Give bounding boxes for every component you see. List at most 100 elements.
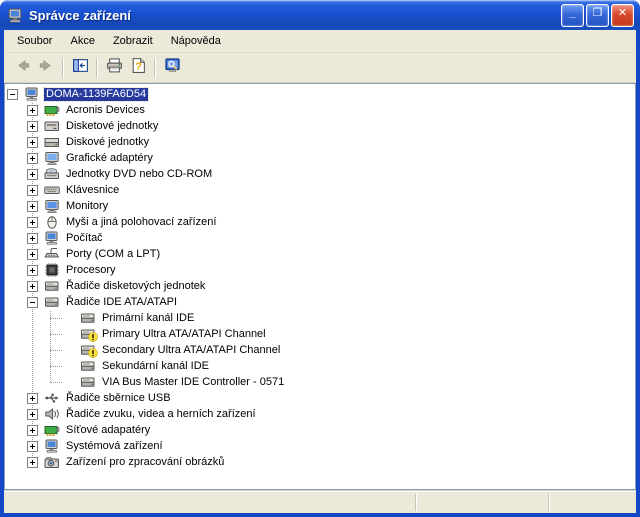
menu-zobrazit[interactable]: Zobrazit	[104, 33, 162, 50]
forward-button[interactable]	[34, 57, 58, 79]
controller-icon	[80, 374, 96, 390]
expand-plus-icon[interactable]	[27, 392, 38, 404]
tree-item[interactable]: Síťové adapatéry	[5, 422, 635, 438]
minimize-icon: _	[569, 6, 576, 19]
tree-item-label[interactable]: VIA Bus Master IDE Controller - 0571	[100, 376, 286, 389]
tree-item-label[interactable]: Síťové adapatéry	[64, 424, 152, 437]
tree-item-label[interactable]: Řadiče disketových jednotek	[64, 280, 207, 293]
expand-plus-icon[interactable]	[27, 120, 38, 132]
sound-icon	[44, 406, 60, 422]
show-hide-console-tree-button[interactable]	[68, 57, 92, 79]
tree-item-label[interactable]: Myši a jiná polohovací zařízení	[64, 216, 218, 229]
tree-item[interactable]: Řadiče disketových jednotek	[5, 278, 635, 294]
tree-item-label[interactable]: Disketové jednotky	[64, 120, 160, 133]
tree-item-label[interactable]: Klávesnice	[64, 184, 121, 197]
tree-item-label[interactable]: Grafické adaptéry	[64, 152, 155, 165]
tree-item[interactable]: Grafické adaptéry	[5, 150, 635, 166]
expand-plus-icon[interactable]	[27, 104, 38, 116]
tree-item[interactable]: Řadiče zvuku, videa a herních zařízení	[5, 406, 635, 422]
tree-item-label[interactable]: Sekundární kanál IDE	[100, 360, 211, 373]
help-page-icon: ?	[130, 57, 147, 79]
tree-item-label[interactable]: Porty (COM a LPT)	[64, 248, 162, 261]
menu-napoveda[interactable]: Nápověda	[162, 33, 230, 50]
expand-plus-icon[interactable]	[27, 248, 38, 260]
tree-item[interactable]: Procesory	[5, 262, 635, 278]
tree-item[interactable]: Primární kanál IDE	[5, 310, 635, 326]
close-button[interactable]: ✕	[611, 3, 634, 27]
tree-item-label[interactable]: Zařízení pro zpracování obrázků	[64, 456, 226, 469]
network-adapter-icon	[44, 422, 60, 438]
warning-icon	[88, 332, 98, 342]
expand-plus-icon[interactable]	[27, 216, 38, 228]
device-manager-window: Správce zařízení _ ❐ ✕ Soubor Akce Zobrazit N…	[0, 0, 640, 517]
tree-item-label[interactable]: Procesory	[64, 264, 118, 277]
expand-plus-icon[interactable]	[27, 136, 38, 148]
expand-plus-icon[interactable]	[27, 280, 38, 292]
window-title: Správce zařízení	[29, 7, 131, 23]
help-button[interactable]: ?	[126, 57, 150, 79]
device-tree[interactable]: DOMA-1139FA6D54 Acronis Devices Disketové …	[4, 83, 636, 490]
mouse-icon	[44, 214, 60, 230]
system-icon	[44, 438, 60, 454]
tree-item[interactable]: Sekundární kanál IDE	[5, 358, 635, 374]
expand-plus-icon[interactable]	[27, 152, 38, 164]
arrow-left-icon	[14, 57, 31, 79]
expand-plus-icon[interactable]	[27, 168, 38, 180]
tree-item[interactable]: VIA Bus Master IDE Controller - 0571	[5, 374, 635, 390]
tree-item-label[interactable]: Systémová zařízení	[64, 440, 165, 453]
tree-item-label[interactable]: Řadiče IDE ATA/ATAPI	[64, 296, 179, 309]
scan-for-hardware-changes-button[interactable]	[160, 57, 184, 79]
tree-item[interactable]: Řadiče sběrnice USB	[5, 390, 635, 406]
expand-plus-icon[interactable]	[27, 424, 38, 436]
tree-item[interactable]: Primary Ultra ATA/ATAPI Channel	[5, 326, 635, 342]
menu-akce[interactable]: Akce	[61, 33, 103, 50]
tree-item[interactable]: Disketové jednotky	[5, 118, 635, 134]
tree-item[interactable]: Diskové jednotky	[5, 134, 635, 150]
tree-item[interactable]: Monitory	[5, 198, 635, 214]
tree-item-label[interactable]: Jednotky DVD nebo CD-ROM	[64, 168, 214, 181]
window-controls: _ ❐ ✕	[561, 3, 634, 27]
tree-item-label[interactable]: Primary Ultra ATA/ATAPI Channel	[100, 328, 268, 341]
tree-item-label[interactable]: Řadiče zvuku, videa a herních zařízení	[64, 408, 258, 421]
tree-item[interactable]: Klávesnice	[5, 182, 635, 198]
expand-plus-icon[interactable]	[27, 184, 38, 196]
cd-drive-icon	[44, 166, 60, 182]
tree-item-label[interactable]: Řadiče sběrnice USB	[64, 392, 173, 405]
tree-item[interactable]: Acronis Devices	[5, 102, 635, 118]
tree-item[interactable]: Myši a jiná polohovací zařízení	[5, 214, 635, 230]
expand-plus-icon[interactable]	[27, 440, 38, 452]
tree-item[interactable]: Zařízení pro zpracování obrázků	[5, 454, 635, 470]
floppy-drive-icon	[44, 118, 60, 134]
menu-soubor[interactable]: Soubor	[8, 33, 61, 50]
maximize-button[interactable]: ❐	[586, 3, 609, 27]
tree-item[interactable]: Počítač	[5, 230, 635, 246]
expand-plus-icon[interactable]	[27, 264, 38, 276]
tree-item-label[interactable]: Monitory	[64, 200, 110, 213]
tree-item[interactable]: DOMA-1139FA6D54	[5, 86, 635, 102]
tree-item-label[interactable]: Počítač	[64, 232, 105, 245]
warning-icon	[88, 348, 98, 358]
tree-item-label[interactable]: Secondary Ultra ATA/ATAPI Channel	[100, 344, 282, 357]
minimize-button[interactable]: _	[561, 3, 584, 27]
tree-item-label[interactable]: Primární kanál IDE	[100, 312, 196, 325]
expand-plus-icon[interactable]	[27, 232, 38, 244]
print-button[interactable]	[102, 57, 126, 79]
back-button[interactable]	[10, 57, 34, 79]
tree-item[interactable]: Systémová zařízení	[5, 438, 635, 454]
expand-plus-icon[interactable]	[27, 200, 38, 212]
expand-plus-icon[interactable]	[27, 408, 38, 420]
disk-drive-icon	[44, 134, 60, 150]
tree-item-label[interactable]: Acronis Devices	[64, 104, 147, 117]
tree-item[interactable]: Porty (COM a LPT)	[5, 246, 635, 262]
collapse-minus-icon[interactable]	[27, 296, 38, 308]
tree-item[interactable]: Řadiče IDE ATA/ATAPI	[5, 294, 635, 310]
tree-guide-line	[50, 318, 62, 319]
controller-icon	[80, 342, 98, 358]
titlebar[interactable]: Správce zařízení _ ❐ ✕	[0, 0, 640, 30]
tree-item-label[interactable]: Diskové jednotky	[64, 136, 151, 149]
expand-plus-icon[interactable]	[27, 456, 38, 468]
tree-item[interactable]: Secondary Ultra ATA/ATAPI Channel	[5, 342, 635, 358]
tree-item[interactable]: Jednotky DVD nebo CD-ROM	[5, 166, 635, 182]
tree-item-label[interactable]: DOMA-1139FA6D54	[42, 86, 150, 102]
collapse-minus-icon[interactable]	[7, 88, 18, 100]
